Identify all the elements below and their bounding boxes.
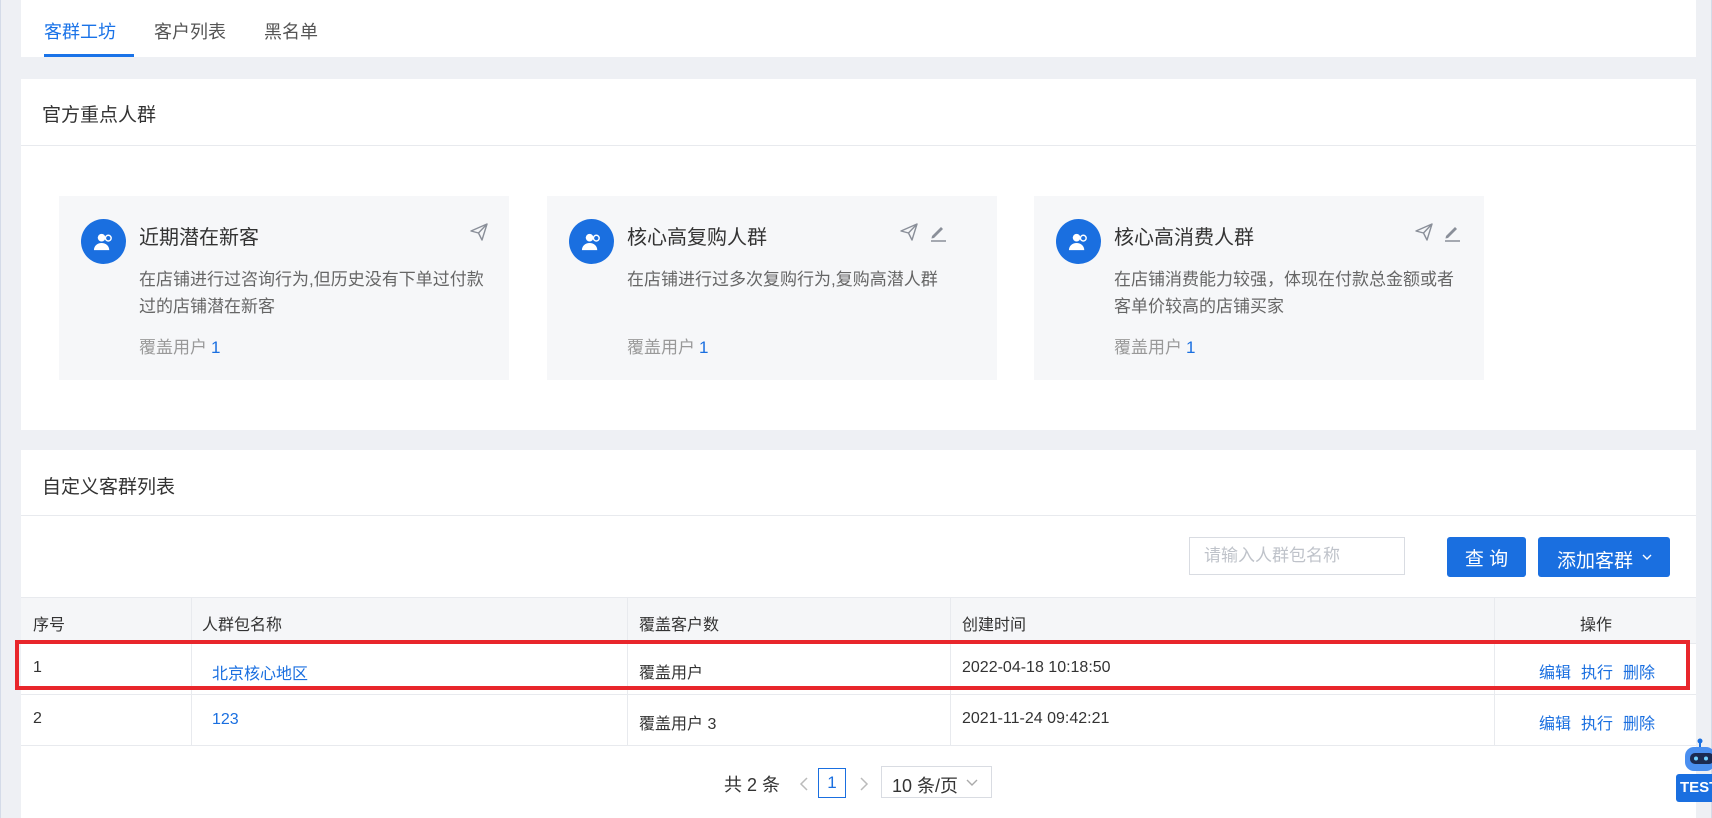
send-icon[interactable] xyxy=(899,222,919,242)
card-description: 在店铺进行过咨询行为,但历史没有下单过付款过的店铺潜在新客 xyxy=(139,270,484,316)
coverage-count: 1 xyxy=(211,338,221,357)
card-coverage: 覆盖用户 1 xyxy=(627,333,708,358)
column-header-created: 创建时间 xyxy=(962,617,1027,634)
pagination-total: 共 2 条 xyxy=(724,775,781,795)
next-page-icon[interactable] xyxy=(857,774,871,794)
card-title: 核心高复购人群 xyxy=(627,227,767,249)
page-size-select[interactable]: 10 条/页 xyxy=(881,766,992,798)
card-coverage: 覆盖用户 1 xyxy=(139,333,220,358)
column-header-index: 序号 xyxy=(33,617,66,634)
coverage-count: 1 xyxy=(699,338,709,357)
group-name-link[interactable]: 北京核心地区 xyxy=(212,660,308,684)
delete-link[interactable]: 删除 xyxy=(1623,659,1655,683)
top-tab-bar: 客群工坊 客户列表 黑名单 xyxy=(21,0,1696,57)
edit-icon[interactable] xyxy=(928,222,948,242)
group-avatar-icon xyxy=(1056,219,1101,264)
coverage-label: 覆盖用户 xyxy=(1114,338,1182,357)
robot-badge-label: TEST xyxy=(1676,774,1712,802)
row-created-time: 2021-11-24 09:42:21 xyxy=(962,710,1110,727)
active-tab-indicator xyxy=(44,54,134,57)
coverage-label: 覆盖用户 xyxy=(139,338,207,357)
group-card-high-spending[interactable]: 核心高消费人群 在店铺消费能力较强，体现在付款总金额或者客单价较高的店铺买家 覆… xyxy=(1034,196,1484,380)
card-description: 在店铺消费能力较强，体现在付款总金额或者客单价较高的店铺买家 xyxy=(1114,270,1454,316)
execute-link[interactable]: 执行 xyxy=(1581,710,1613,734)
row-index: 1 xyxy=(33,659,42,676)
query-button[interactable]: 查 询 xyxy=(1447,537,1526,577)
panel-divider xyxy=(21,145,1696,146)
table-row: 1 北京核心地区 覆盖用户 2022-04-18 10:18:50 编辑 执行 … xyxy=(21,644,1696,695)
column-header-actions: 操作 xyxy=(1580,617,1613,634)
prev-page-icon[interactable] xyxy=(797,774,811,794)
column-header-name: 人群包名称 xyxy=(202,617,283,634)
execute-link[interactable]: 执行 xyxy=(1581,659,1613,683)
robot-icon xyxy=(1685,738,1712,771)
assistant-robot-widget[interactable]: TEST xyxy=(1676,738,1712,818)
page-number-current[interactable]: 1 xyxy=(818,768,846,798)
group-avatar-icon xyxy=(569,219,614,264)
row-created-time: 2022-04-18 10:18:50 xyxy=(962,659,1111,676)
panel-divider xyxy=(21,515,1696,516)
column-separator xyxy=(627,597,628,746)
custom-groups-title: 自定义客群列表 xyxy=(42,477,176,498)
table-header: 序号 人群包名称 覆盖客户数 创建时间 操作 xyxy=(21,597,1696,644)
group-name-search-input[interactable] xyxy=(1189,537,1405,575)
send-icon[interactable] xyxy=(1414,222,1434,242)
official-groups-title: 官方重点人群 xyxy=(42,105,157,126)
column-separator xyxy=(191,597,192,746)
page-size-label: 10 条/页 xyxy=(892,776,959,796)
coverage-label: 覆盖用户 xyxy=(627,338,695,357)
add-group-label: 添加客群 xyxy=(1557,551,1634,572)
card-coverage: 覆盖用户 1 xyxy=(1114,333,1195,358)
tab-customer-list[interactable]: 客户列表 xyxy=(154,18,226,44)
column-separator xyxy=(950,597,951,746)
send-icon[interactable] xyxy=(469,222,489,242)
edit-link[interactable]: 编辑 xyxy=(1539,659,1571,683)
row-index: 2 xyxy=(33,710,42,727)
left-border xyxy=(0,0,1,818)
column-header-coverage: 覆盖客户数 xyxy=(639,617,720,634)
edit-icon[interactable] xyxy=(1442,222,1462,242)
tab-blacklist[interactable]: 黑名单 xyxy=(264,18,318,44)
row-coverage: 覆盖用户 3 xyxy=(639,716,717,733)
group-card-high-repurchase[interactable]: 核心高复购人群 在店铺进行过多次复购行为,复购高潜人群 覆盖用户 1 xyxy=(547,196,997,380)
table-row: 2 123 覆盖用户 3 2021-11-24 09:42:21 编辑 执行 删… xyxy=(21,695,1696,746)
chevron-down-icon xyxy=(1642,554,1652,560)
tab-customer-group-workshop[interactable]: 客群工坊 xyxy=(44,18,116,44)
chevron-down-icon xyxy=(966,779,978,786)
column-separator xyxy=(1494,597,1495,746)
group-avatar-icon xyxy=(81,219,126,264)
edit-link[interactable]: 编辑 xyxy=(1539,710,1571,734)
row-coverage: 覆盖用户 xyxy=(639,665,704,682)
delete-link[interactable]: 删除 xyxy=(1623,710,1655,734)
group-name-link[interactable]: 123 xyxy=(212,711,239,729)
add-group-button[interactable]: 添加客群 xyxy=(1538,537,1670,577)
card-description: 在店铺进行过多次复购行为,复购高潜人群 xyxy=(627,270,938,289)
coverage-count: 1 xyxy=(1186,338,1196,357)
card-title: 核心高消费人群 xyxy=(1114,227,1254,249)
card-title: 近期潜在新客 xyxy=(139,227,259,249)
group-card-recent-potential[interactable]: 近期潜在新客 在店铺进行过咨询行为,但历史没有下单过付款过的店铺潜在新客 覆盖用… xyxy=(59,196,509,380)
